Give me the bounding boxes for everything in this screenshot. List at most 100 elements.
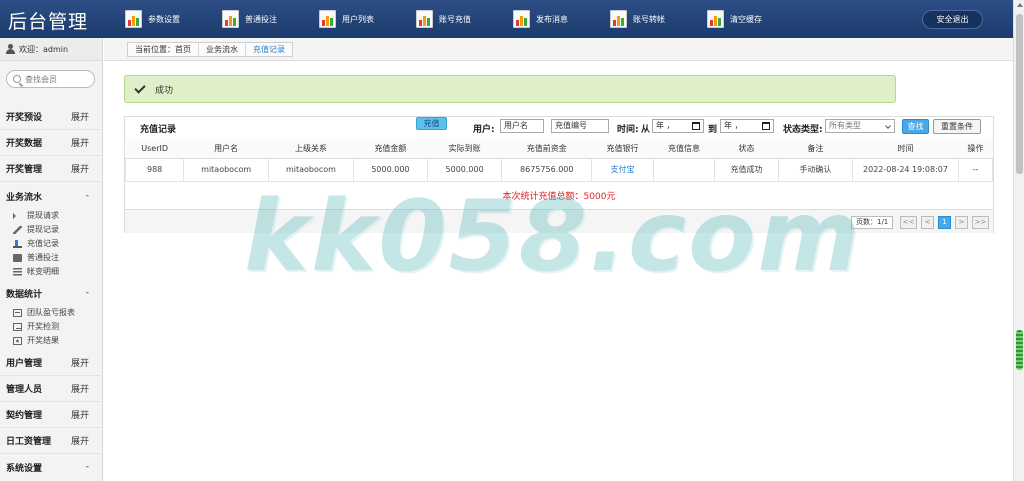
- group-toggle[interactable]: 展开: [71, 356, 89, 369]
- cell-status: 充值成功: [714, 157, 779, 182]
- sidebar-item-withdraw-record[interactable]: 提现记录: [13, 223, 59, 236]
- chart-icon: [608, 9, 630, 29]
- nav-item-user-list[interactable]: 用户列表: [312, 0, 409, 38]
- group-label: 用户管理: [6, 359, 43, 369]
- scroll-thumb[interactable]: [1016, 14, 1023, 174]
- sidebar-group-draw-preset[interactable]: 开奖预设 展开: [0, 104, 103, 130]
- group-toggle[interactable]: -: [86, 191, 89, 201]
- sidebar-item-label: 帐变明细: [27, 267, 59, 276]
- from-label: 从: [641, 125, 651, 135]
- group-toggle[interactable]: -: [86, 288, 89, 298]
- username-input[interactable]: 用户名: [500, 119, 544, 133]
- breadcrumb-home[interactable]: 当前位置：首页: [128, 43, 199, 56]
- page-1-button[interactable]: 1: [938, 216, 951, 229]
- sidebar-item-team-profit-report[interactable]: 团队盈亏报表: [13, 306, 75, 319]
- sidebar-group-draw-manage[interactable]: 开奖管理 展开: [0, 156, 103, 182]
- first-page-button[interactable]: <<: [900, 216, 917, 229]
- monitor-icon: [13, 322, 22, 331]
- calendar-icon[interactable]: [692, 122, 700, 130]
- top-nav: 参数设置 普通投注 用户列表 账号充值 发布消息 账号转帐 清空缓存: [118, 0, 797, 38]
- recharge-table: UserID 用户名 上级关系 充值金额 实际到账 充值前资金 充值银行 充值信…: [124, 139, 993, 182]
- recharge-record-panel: 充值记录 充值 用户: 用户名 充值编号 时间: 从 年 ， 到 年 ， 状态类…: [124, 116, 994, 233]
- prev-page-button[interactable]: <: [921, 216, 934, 229]
- check-icon: [134, 81, 146, 94]
- page-scrollbar[interactable]: [1013, 0, 1024, 481]
- status-type-value: 所有类型: [829, 121, 861, 130]
- chart-icon: [317, 9, 339, 29]
- nav-item-settings[interactable]: 参数设置: [118, 0, 215, 38]
- sidebar-group-system-settings[interactable]: 系统设置 -: [0, 454, 103, 480]
- cell-parent: mitaobocom: [268, 157, 354, 182]
- cell-balance-before: 8675756.000: [501, 157, 593, 182]
- sidebar-group-contract[interactable]: 契约管理 展开: [0, 402, 103, 428]
- calendar-icon[interactable]: [762, 122, 770, 130]
- sidebar-group-daily-wage[interactable]: 日工资管理 展开: [0, 428, 103, 454]
- breadcrumb-current[interactable]: 充值记录: [246, 43, 292, 56]
- recharge-button[interactable]: 充值: [416, 117, 447, 130]
- order-number-input[interactable]: 充值编号: [551, 119, 609, 133]
- sidebar-group-user-manage[interactable]: 用户管理 展开: [0, 350, 103, 376]
- start-date-input[interactable]: 年 ，: [652, 119, 704, 133]
- sidebar-group-draw-data[interactable]: 开奖数据 展开: [0, 130, 103, 156]
- sidebar-item-balance-detail[interactable]: 帐变明细: [13, 265, 59, 278]
- scroll-marker: [1016, 330, 1023, 370]
- sidebar-item-draw-result[interactable]: 开奖结果: [13, 334, 59, 347]
- sidebar-item-withdraw-request[interactable]: 提现请求: [13, 209, 59, 222]
- group-toggle[interactable]: 展开: [71, 408, 89, 421]
- chevron-down-icon: [885, 123, 891, 129]
- group-label: 开奖数据: [6, 139, 43, 149]
- group-toggle[interactable]: 展开: [71, 162, 89, 175]
- last-page-button[interactable]: >>: [972, 216, 989, 229]
- col-header: 上级关系: [268, 139, 354, 159]
- sidebar-item-label: 开奖结果: [27, 336, 59, 345]
- sidebar-item-recharge-record[interactable]: 充值记录: [13, 237, 59, 250]
- next-page-button[interactable]: >: [955, 216, 968, 229]
- nav-label: 普通投注: [245, 14, 277, 24]
- col-header: 实际到账: [427, 139, 502, 159]
- nav-item-clear-cache[interactable]: 清空缓存: [700, 0, 797, 38]
- find-button[interactable]: 查找: [902, 119, 929, 134]
- page-count: 页数：1/1: [851, 216, 894, 229]
- nav-label: 参数设置: [148, 14, 180, 24]
- group-toggle[interactable]: 展开: [71, 434, 89, 447]
- nav-label: 清空缓存: [730, 14, 762, 24]
- cell-bank[interactable]: 支付宝: [591, 157, 654, 182]
- col-header: 备注: [778, 139, 853, 159]
- group-label: 系统设置: [6, 463, 43, 474]
- reset-button[interactable]: 重置条件: [933, 119, 981, 134]
- nav-item-account-recharge[interactable]: 账号充值: [409, 0, 506, 38]
- table-header-row: UserID 用户名 上级关系 充值金额 实际到账 充值前资金 充值银行 充值信…: [125, 139, 993, 159]
- member-search[interactable]: [6, 70, 95, 88]
- breadcrumb-business-flow[interactable]: 业务流水: [199, 43, 246, 56]
- group-label: 业务流水: [6, 192, 43, 203]
- sidebar-item-label: 团队盈亏报表: [27, 308, 75, 317]
- sidebar-group-statistics[interactable]: 数据统计 -: [0, 280, 103, 306]
- upload-icon: [13, 239, 22, 248]
- sidebar-item-normal-bet[interactable]: 普通投注: [13, 251, 59, 264]
- nav-item-account-transfer[interactable]: 账号转帐: [603, 0, 700, 38]
- group-label: 契约管理: [6, 411, 43, 421]
- group-label: 数据统计: [6, 289, 43, 300]
- sidebar-item-draw-check[interactable]: 开奖检测: [13, 320, 59, 333]
- group-toggle[interactable]: 展开: [71, 136, 89, 149]
- date-placeholder: 年 ，: [724, 121, 743, 130]
- nav-label: 账号充值: [439, 14, 471, 24]
- table-row: 988 mitaobocom mitaobocom 5000.000 5000.…: [124, 157, 993, 182]
- time-label: 时间:: [617, 125, 639, 135]
- nav-item-publish-message[interactable]: 发布消息: [506, 0, 603, 38]
- logout-button[interactable]: 安全退出: [922, 10, 983, 29]
- status-type-select[interactable]: 所有类型: [825, 119, 895, 133]
- group-toggle[interactable]: -: [86, 462, 89, 472]
- group-toggle[interactable]: 展开: [71, 110, 89, 123]
- group-toggle[interactable]: 展开: [71, 382, 89, 395]
- col-header: 充值银行: [591, 139, 654, 159]
- alert-text: 成功: [155, 85, 174, 96]
- sidebar-group-business-flow[interactable]: 业务流水 -: [0, 183, 103, 209]
- end-date-input[interactable]: 年 ，: [720, 119, 774, 133]
- col-header: 状态: [714, 139, 779, 159]
- scroll-up-arrow-icon[interactable]: [1017, 3, 1023, 7]
- nav-item-normal-bet[interactable]: 普通投注: [215, 0, 312, 38]
- member-search-input[interactable]: [25, 74, 93, 84]
- sidebar-group-admin-staff[interactable]: 管理人员 展开: [0, 376, 103, 402]
- cell-username: mitaobocom: [183, 157, 270, 182]
